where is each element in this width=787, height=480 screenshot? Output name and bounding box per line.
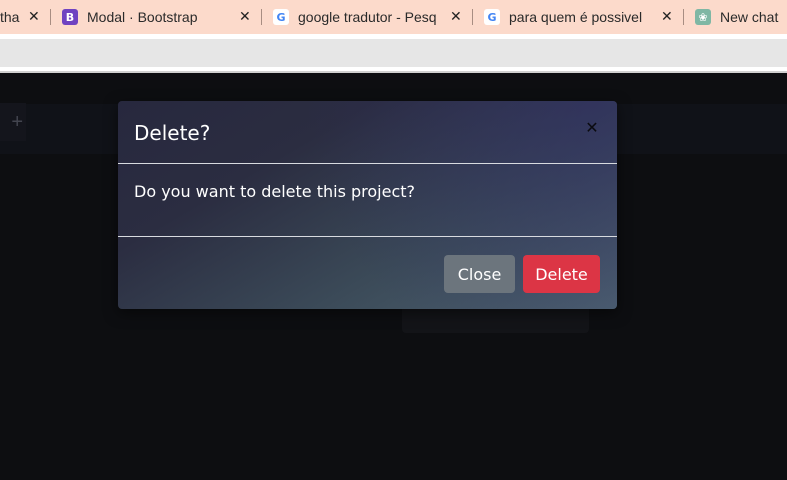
tab-title: para quem é possivel [509,9,643,25]
tab-partial[interactable]: tha ✕ [0,0,48,34]
tab-new-chat[interactable]: ❀ New chat [695,0,787,34]
tab-modal-bootstrap[interactable]: B Modal · Bootstrap ✕ [62,0,258,34]
tab-title: New chat [720,9,779,25]
modal-message: Do you want to delete this project? [134,182,416,201]
delete-modal: Delete? ✕ Do you want to delete this pro… [118,101,617,309]
delete-button[interactable]: Delete [523,255,600,293]
tab-close-icon[interactable]: ✕ [239,9,251,25]
google-icon: G [484,9,500,25]
close-button[interactable]: Close [444,255,515,293]
modal-header: Delete? ✕ [118,101,617,164]
tab-close-icon[interactable]: ✕ [450,9,462,25]
modal-footer: Close Delete [118,238,617,309]
bootstrap-icon: B [62,9,78,25]
modal-title: Delete? [134,121,211,145]
chatgpt-icon: ❀ [695,9,711,25]
tab-separator [261,9,262,25]
tab-close-icon[interactable]: ✕ [28,9,40,25]
tab-para-quem[interactable]: G para quem é possivel ✕ [484,0,680,34]
tab-title: google tradutor - Pesq [298,9,437,25]
browser-tab-strip: tha ✕ B Modal · Bootstrap ✕ G google tra… [0,0,787,34]
close-icon[interactable]: ✕ [584,119,600,137]
google-icon: G [273,9,289,25]
tab-separator [472,9,473,25]
address-bar[interactable] [0,39,787,67]
modal-body: Do you want to delete this project? [118,164,617,237]
tab-close-icon[interactable]: ✕ [661,9,673,25]
tab-google-tradutor[interactable]: G google tradutor - Pesq ✕ [273,0,469,34]
browser-toolbar [0,34,787,72]
tab-separator [50,9,51,25]
tab-separator [683,9,684,25]
tab-title: Modal · Bootstrap [87,9,198,25]
tab-title: tha [0,9,20,25]
